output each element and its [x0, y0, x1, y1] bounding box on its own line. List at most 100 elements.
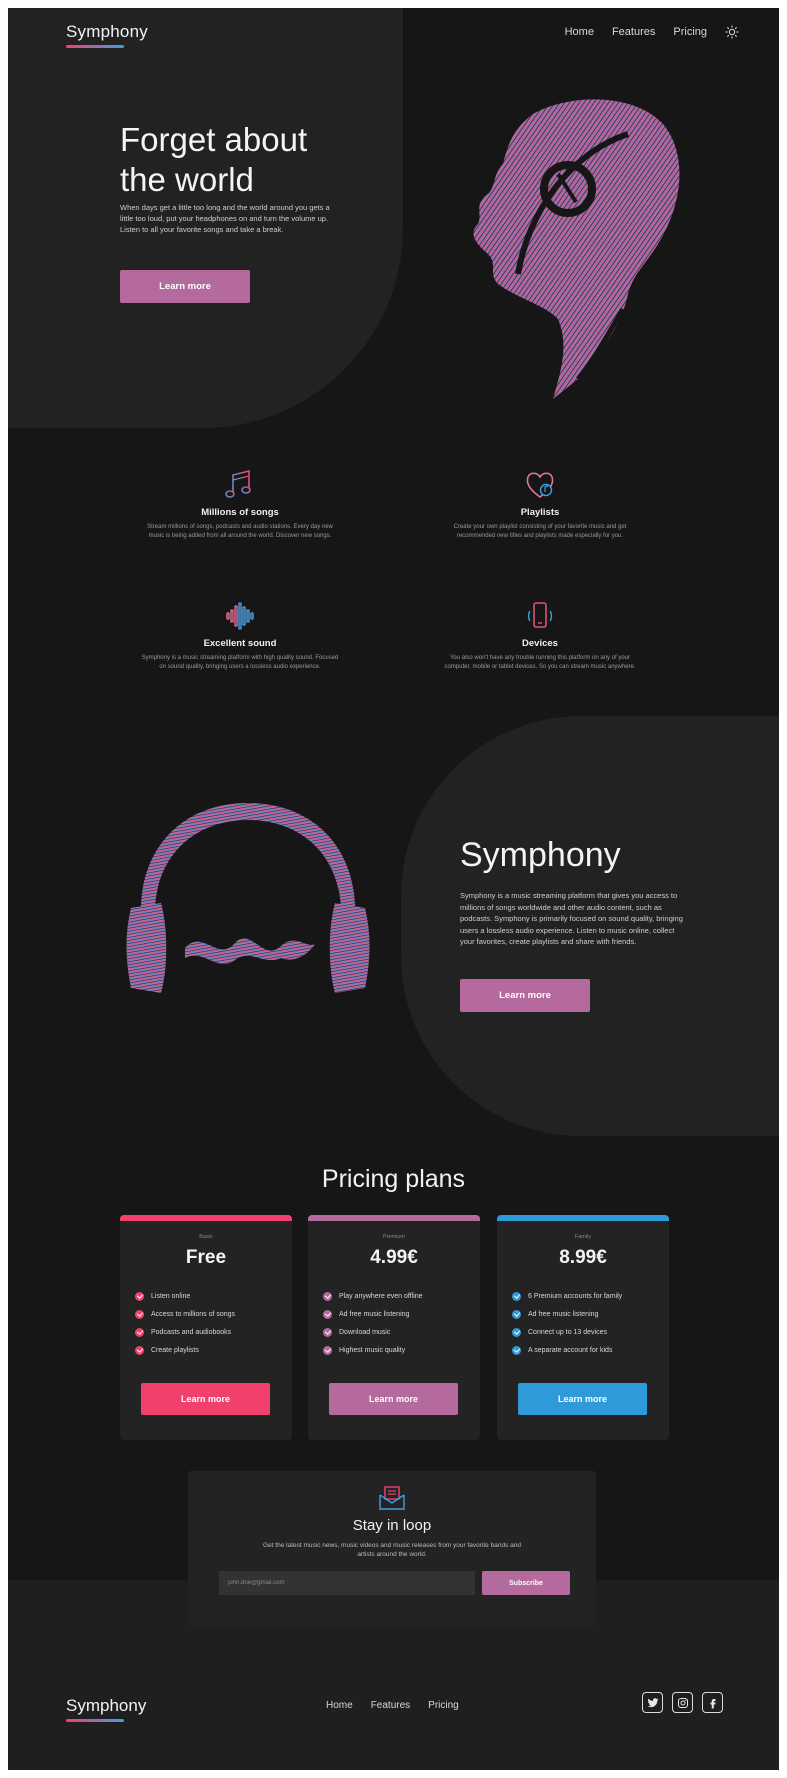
plan-feature: A separate account for kids [512, 1341, 669, 1359]
feature-millions-of-songs: Millions of songs Stream millions of son… [140, 469, 340, 541]
plan-feature: Ad free music listening [323, 1305, 480, 1323]
newsletter-card: Stay in loop Get the latest music news, … [188, 1471, 596, 1627]
feature-title: Excellent sound [203, 638, 277, 649]
plan-feature-list: Listen online Access to millions of song… [135, 1287, 292, 1359]
sun-icon[interactable] [725, 25, 739, 39]
plan-feature: Play anywhere even offline [323, 1287, 480, 1305]
nav-links: Home Features Pricing [565, 25, 739, 39]
plan-card-family: Family 8.99€ 6 Premium accounts for fami… [497, 1215, 669, 1440]
logo-underline [66, 45, 124, 48]
music-note-icon [225, 469, 251, 498]
plan-feature-label: Download music [339, 1328, 391, 1336]
plan-feature: Listen online [135, 1287, 292, 1305]
mail-icon [379, 1486, 405, 1510]
feature-title: Devices [522, 638, 558, 649]
nav-pricing-link[interactable]: Pricing [673, 26, 707, 38]
about-text: Symphony is a music streaming platform t… [460, 891, 683, 946]
footer-logo-underline [66, 1719, 124, 1722]
plan-feature-list: Play anywhere even offline Ad free music… [323, 1287, 480, 1359]
instagram-icon[interactable] [672, 1692, 693, 1713]
check-icon [512, 1327, 521, 1337]
feature-text: Create your own playlist consisting of y… [453, 524, 627, 539]
feature-devices: Devices You also won't have any trouble … [440, 600, 640, 672]
feature-text: Symphony is a music streaming platform w… [141, 655, 339, 670]
plan-feature-list: 6 Premium accounts for family Ad free mu… [512, 1287, 669, 1359]
about-title: Symphony [460, 836, 621, 874]
plan-feature-label: Access to millions of songs [151, 1310, 236, 1318]
plan-accent-bar [120, 1215, 292, 1221]
plan-accent-bar [497, 1215, 669, 1221]
nav-home-link[interactable]: Home [565, 26, 594, 38]
heart-playlist-icon [526, 472, 554, 498]
sound-wave-icon [226, 602, 254, 630]
check-icon [135, 1291, 144, 1301]
about-learn-more-button[interactable]: Learn more [460, 979, 590, 1012]
plan-feature-label: Create playlists [151, 1346, 199, 1354]
plan-price: Free [185, 1247, 227, 1268]
check-icon [512, 1345, 521, 1355]
feature-text: Stream millions of songs, podcasts and a… [147, 524, 333, 539]
basic-learn-more-button[interactable]: Learn more [141, 1383, 270, 1415]
check-icon [135, 1327, 144, 1337]
plan-feature: 6 Premium accounts for family [512, 1287, 669, 1305]
feature-title: Millions of songs [201, 507, 279, 518]
footer-pricing-link[interactable]: Pricing [428, 1700, 459, 1711]
footer-logo[interactable]: Symphony [66, 1696, 146, 1716]
footer-home-link[interactable]: Home [326, 1700, 353, 1711]
pricing-title: Pricing plans [321, 1165, 466, 1193]
newsletter-text: Get the latest music news, music videos … [263, 1542, 521, 1558]
plan-name: Basic [199, 1234, 213, 1240]
plan-feature-label: Play anywhere even offline [339, 1292, 423, 1300]
plan-price: 8.99€ [559, 1247, 607, 1268]
plan-card-premium: Premium 4.99€ Play anywhere even offline… [308, 1215, 480, 1440]
plan-feature: Access to millions of songs [135, 1305, 292, 1323]
plan-name: Premium [382, 1234, 405, 1240]
headphones-illustration [126, 803, 370, 993]
top-nav: Symphony Home Features Pricing [8, 8, 779, 68]
plan-feature-label: 6 Premium accounts for family [528, 1292, 623, 1300]
head-with-headphones-illustration [473, 99, 680, 399]
email-input[interactable] [219, 1571, 475, 1595]
twitter-icon[interactable] [642, 1692, 663, 1713]
feature-text: You also won't have any trouble running … [444, 655, 636, 670]
plan-feature-label: Ad free music listening [528, 1310, 599, 1318]
plan-accent-bar [308, 1215, 480, 1221]
plan-feature-label: A separate account for kids [528, 1346, 613, 1354]
facebook-icon[interactable] [702, 1692, 723, 1713]
subscribe-button[interactable]: Subscribe [482, 1571, 570, 1595]
plan-feature-label: Highest music quality [339, 1346, 406, 1354]
check-icon [512, 1309, 521, 1319]
plan-feature: Ad free music listening [512, 1305, 669, 1323]
plan-feature-label: Listen online [151, 1292, 191, 1300]
footer-links: Home Features Pricing [326, 1700, 459, 1711]
plan-name: Family [574, 1234, 592, 1240]
plan-feature: Highest music quality [323, 1341, 480, 1359]
plan-feature: Connect up to 13 devices [512, 1323, 669, 1341]
feature-playlists: Playlists Create your own playlist consi… [440, 469, 640, 541]
nav-features-link[interactable]: Features [612, 26, 655, 38]
feature-title: Playlists [520, 507, 560, 518]
check-icon [512, 1291, 521, 1301]
check-icon [135, 1309, 144, 1319]
hero-learn-more-button[interactable]: Learn more [120, 270, 250, 303]
check-icon [135, 1345, 144, 1355]
phone-devices-icon [527, 602, 553, 628]
family-learn-more-button[interactable]: Learn more [518, 1383, 647, 1415]
footer-features-link[interactable]: Features [371, 1700, 410, 1711]
plan-card-basic: Basic Free Listen online Access to milli… [120, 1215, 292, 1440]
hero-text: When days get a little too long and the … [120, 203, 330, 234]
plan-price: 4.99€ [370, 1247, 418, 1268]
check-icon [323, 1345, 332, 1355]
plan-feature-label: Connect up to 13 devices [528, 1328, 607, 1336]
premium-learn-more-button[interactable]: Learn more [329, 1383, 458, 1415]
newsletter-title: Stay in loop [352, 1517, 432, 1534]
plan-feature: Download music [323, 1323, 480, 1341]
logo[interactable]: Symphony [66, 22, 148, 42]
plan-feature: Podcasts and audiobooks [135, 1323, 292, 1341]
check-icon [323, 1309, 332, 1319]
feature-excellent-sound: Excellent sound Symphony is a music stre… [140, 600, 340, 672]
plan-feature: Create playlists [135, 1341, 292, 1359]
check-icon [323, 1291, 332, 1301]
hero-title: Forget about the world [120, 121, 308, 198]
plan-feature-label: Podcasts and audiobooks [151, 1328, 232, 1336]
